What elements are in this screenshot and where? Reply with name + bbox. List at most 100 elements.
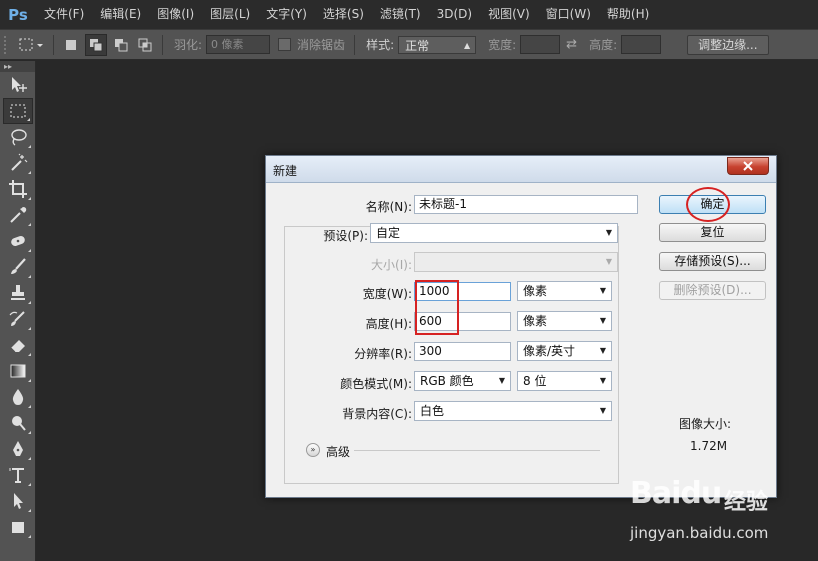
path-select-tool[interactable] bbox=[3, 488, 33, 514]
tool-flyout-icon bbox=[28, 171, 31, 174]
reset-button[interactable]: 复位 bbox=[659, 223, 766, 242]
menu-filter[interactable]: 滤镜(T) bbox=[372, 0, 429, 29]
intersect-selection-button[interactable] bbox=[135, 35, 155, 55]
preset-select[interactable]: 自定 ▼ bbox=[370, 223, 618, 243]
blur-drop-icon bbox=[12, 389, 24, 405]
chevron-down-icon: ▼ bbox=[605, 228, 612, 237]
height-input[interactable] bbox=[621, 35, 662, 54]
width-input[interactable]: 1000 bbox=[414, 282, 511, 301]
feather-input[interactable]: 0 像素 bbox=[206, 35, 271, 54]
size-select: ▼ bbox=[414, 252, 618, 272]
new-selection-button[interactable] bbox=[61, 35, 81, 55]
tool-flyout-icon bbox=[28, 509, 31, 512]
menu-help[interactable]: 帮助(H) bbox=[599, 0, 657, 29]
pen-tool[interactable] bbox=[3, 436, 33, 462]
width-input[interactable] bbox=[520, 35, 561, 54]
intersect-selection-icon bbox=[138, 38, 152, 51]
dialog-titlebar[interactable]: 新建 bbox=[266, 156, 776, 183]
resolution-input[interactable]: 300 bbox=[414, 342, 511, 361]
history-brush-tool[interactable] bbox=[3, 306, 33, 332]
path-select-icon bbox=[14, 493, 23, 509]
rectangle-shape-icon bbox=[12, 522, 24, 533]
crop-tool[interactable] bbox=[3, 176, 33, 202]
tool-flyout-icon bbox=[28, 249, 31, 252]
tools-panel: ▸▸ bbox=[0, 61, 36, 561]
rect-marquee-tool[interactable] bbox=[3, 98, 33, 124]
name-input[interactable]: 未标题-1 bbox=[414, 195, 638, 214]
menu-edit[interactable]: 编辑(E) bbox=[92, 0, 149, 29]
preset-label: 预设(P): bbox=[319, 227, 368, 244]
style-select[interactable]: 正常 ▲ bbox=[398, 35, 477, 54]
lasso-tool[interactable] bbox=[3, 124, 33, 150]
dodge-tool[interactable] bbox=[3, 410, 33, 436]
dialog-close-button[interactable] bbox=[727, 157, 769, 175]
clone-stamp-tool[interactable] bbox=[3, 280, 33, 306]
eyedropper-icon bbox=[10, 207, 27, 223]
eyedropper-tool[interactable] bbox=[3, 202, 33, 228]
spot-healing-tool[interactable] bbox=[3, 228, 33, 254]
chevron-down-icon: ▼ bbox=[498, 376, 505, 385]
eraser-tool[interactable] bbox=[3, 332, 33, 358]
height-input[interactable]: 600 bbox=[414, 312, 511, 331]
style-select-value: 正常 bbox=[405, 38, 430, 53]
tool-flyout-icon bbox=[28, 327, 31, 330]
background-value: 白色 bbox=[420, 404, 445, 418]
height-unit-select[interactable]: 像素 ▼ bbox=[517, 311, 612, 331]
resolution-unit-select[interactable]: 像素/英寸 ▼ bbox=[517, 341, 612, 361]
crop-icon bbox=[9, 180, 27, 198]
tool-preset-picker[interactable] bbox=[14, 34, 48, 56]
bit-depth-select[interactable]: 8 位 ▼ bbox=[517, 371, 612, 391]
advanced-label[interactable]: 高级 bbox=[326, 443, 350, 460]
dialog-title: 新建 bbox=[273, 164, 298, 178]
menu-window[interactable]: 窗口(W) bbox=[538, 0, 599, 29]
menu-type[interactable]: 文字(Y) bbox=[258, 0, 315, 29]
tool-flyout-icon bbox=[28, 145, 31, 148]
type-icon bbox=[9, 468, 24, 483]
color-mode-value: RGB 颜色 bbox=[420, 374, 474, 388]
save-preset-button[interactable]: 存储预设(S)... bbox=[659, 252, 766, 271]
resolution-label: 分辨率(R): bbox=[354, 347, 412, 361]
shape-tool[interactable] bbox=[3, 514, 33, 540]
menu-3d[interactable]: 3D(D) bbox=[429, 0, 480, 29]
antialias-checkbox[interactable] bbox=[278, 38, 292, 51]
updown-icon: ▲ bbox=[463, 40, 471, 50]
tool-flyout-icon bbox=[28, 405, 31, 408]
add-to-selection-button[interactable] bbox=[85, 33, 107, 56]
tool-flyout-icon bbox=[28, 197, 31, 200]
type-tool[interactable] bbox=[3, 462, 33, 488]
chevron-down-icon: ▼ bbox=[599, 286, 606, 295]
chevron-down-icon: ▼ bbox=[599, 376, 606, 385]
antialias-label: 消除锯齿 bbox=[297, 38, 346, 52]
menu-image[interactable]: 图像(I) bbox=[149, 0, 202, 29]
subtract-selection-button[interactable] bbox=[111, 35, 131, 55]
chevron-down-icon: ▼ bbox=[599, 406, 606, 415]
tool-flyout-icon bbox=[28, 379, 31, 382]
gradient-tool[interactable] bbox=[3, 358, 33, 384]
advanced-divider bbox=[354, 450, 600, 451]
subtract-selection-icon bbox=[115, 38, 128, 51]
color-mode-select[interactable]: RGB 颜色 ▼ bbox=[414, 371, 511, 391]
menu-view[interactable]: 视图(V) bbox=[480, 0, 538, 29]
refine-edge-button[interactable]: 调整边缘... bbox=[687, 34, 769, 55]
menu-layer[interactable]: 图层(L) bbox=[202, 0, 258, 29]
menu-file[interactable]: 文件(F) bbox=[36, 0, 92, 29]
tools-panel-collapse-icon[interactable]: ▸▸ bbox=[0, 61, 35, 72]
separator bbox=[354, 34, 356, 55]
brush-tool[interactable] bbox=[3, 254, 33, 280]
swap-icon[interactable]: ⇄ bbox=[566, 37, 577, 52]
width-unit-select[interactable]: 像素 ▼ bbox=[517, 281, 612, 301]
ok-button[interactable]: 确定 bbox=[659, 195, 766, 214]
background-select[interactable]: 白色 ▼ bbox=[414, 401, 612, 421]
separator bbox=[53, 34, 54, 55]
move-tool[interactable] bbox=[3, 72, 33, 98]
menu-bar: Ps 文件(F) 编辑(E) 图像(I) 图层(L) 文字(Y) 选择(S) 滤… bbox=[0, 0, 818, 29]
advanced-expand-icon[interactable]: » bbox=[306, 443, 320, 457]
menu-select[interactable]: 选择(S) bbox=[315, 0, 372, 29]
options-bar-grip[interactable] bbox=[4, 35, 14, 54]
lasso-icon bbox=[11, 129, 27, 146]
image-size-label: 图像大小: bbox=[679, 417, 732, 431]
gradient-icon bbox=[10, 364, 26, 378]
magic-wand-tool[interactable] bbox=[3, 150, 33, 176]
blur-tool[interactable] bbox=[3, 384, 33, 410]
magic-wand-icon bbox=[11, 153, 28, 171]
